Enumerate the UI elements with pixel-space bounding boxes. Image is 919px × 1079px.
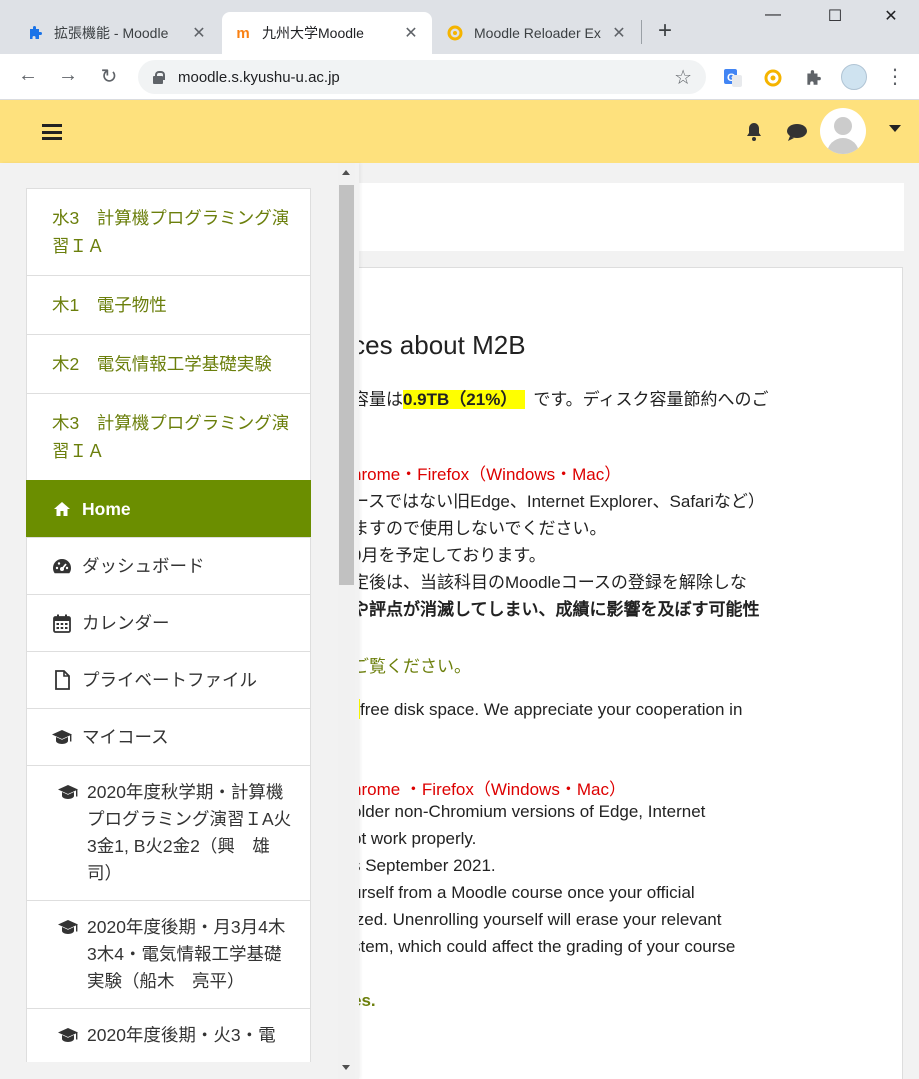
moodle-icon: m [236, 24, 250, 42]
reloader-icon [446, 24, 464, 42]
new-tab-icon[interactable]: + [658, 18, 672, 44]
nav-course-label: 木2 電気情報工学基礎実験 [52, 354, 272, 374]
nav-course-label: 水3 計算機プログラミング演習ＩＡ [52, 208, 290, 256]
maximize-icon[interactable]: ☐ [812, 6, 858, 26]
notice-browser-recommend-en: hrome ・Firefox（Windows・Mac） [352, 780, 626, 799]
tab-title: 九州大学Moodle [262, 25, 364, 41]
nav-dashboard-label: ダッシュボード [82, 556, 205, 576]
extensions-puzzle-icon[interactable] [801, 66, 825, 90]
forward-icon[interactable]: → [55, 64, 81, 87]
nav-dashboard[interactable]: ダッシュボード [26, 537, 311, 594]
nav-course-label: 木1 電子物性 [52, 295, 167, 315]
bookmark-star-icon[interactable]: ☆ [674, 65, 692, 90]
nav-course-item[interactable]: 木3 計算機プログラミング演習ＩＡ [26, 393, 311, 480]
notice-line-storage: 容量は0.9TB（21%） です。ディスク容量節約へのご [352, 390, 769, 409]
nav-course-item[interactable]: 木1 電子物性 [26, 275, 311, 334]
file-icon [51, 669, 73, 691]
notice-line: older non-Chromium versions of Edge, Int… [352, 802, 706, 821]
tab-moodle-reloader[interactable]: Moodle Reloader Ex ✕ [434, 12, 640, 54]
notice-line: ot work properly. [352, 829, 477, 848]
nav-my-course-item[interactable]: 2020年度後期・月3月4木3木4・電気情報工学基礎実験（船木 亮平） [26, 900, 311, 1008]
back-icon[interactable]: ← [15, 64, 41, 87]
nav-my-courses[interactable]: マイコース [26, 708, 311, 765]
browser-toolbar: ← → ↻ moodle.s.kyushu-u.ac.jp ☆ G ⋮ [0, 54, 919, 100]
notice-browser-recommend-jp: hrome・Firefox（Windows・Mac） [352, 465, 622, 484]
hamburger-menu-icon[interactable] [42, 124, 62, 140]
tab-extensions[interactable]: 拡張機能 - Moodle ✕ [14, 12, 220, 54]
scroll-up-icon[interactable] [342, 170, 350, 175]
lock-icon [152, 71, 165, 84]
graduation-cap-icon [57, 784, 79, 800]
calendar-icon [51, 612, 73, 634]
scrollbar-thumb[interactable] [339, 185, 354, 585]
nav-my-course-label: 2020年度後期・火3・電 [87, 1025, 276, 1045]
nav-my-courses-label: マイコース [82, 727, 169, 747]
nav-course-item[interactable]: 木2 電気情報工学基礎実験 [26, 334, 311, 393]
graduation-cap-icon [57, 919, 79, 935]
browser-tab-strip: 拡張機能 - Moodle ✕ m 九州大学Moodle ✕ Moodle Re… [0, 0, 919, 54]
drawer-scrollbar[interactable] [338, 163, 355, 1079]
nav-home[interactable]: Home [26, 480, 311, 537]
notice-line: 定後は、当該科目のMoodleコースの登録を解除しな [352, 573, 747, 592]
nav-my-course-label: 2020年度後期・月3月4木3木4・電気情報工学基礎実験（船木 亮平） [87, 917, 286, 991]
tab-close-icon[interactable]: ✕ [402, 23, 420, 43]
nav-course-label: 木3 計算機プログラミング演習ＩＡ [52, 413, 290, 461]
browser-menu-icon[interactable]: ⋮ [885, 64, 905, 89]
nav-my-course-item[interactable]: 2020年度秋学期・計算機プログラミング演習ＩA火3金1, B火2金2（興 雄司… [26, 765, 311, 900]
messages-icon[interactable] [786, 122, 808, 142]
dashboard-icon [51, 555, 73, 577]
profile-avatar[interactable] [841, 64, 867, 90]
moodle-navbar [0, 100, 919, 163]
reload-icon[interactable]: ↻ [96, 64, 122, 89]
notice-line: ースではない旧Edge、Internet Explorer、Safariなど） [352, 492, 765, 511]
storage-highlight: 0.9TB（21%） [403, 390, 526, 409]
tab-separator [641, 20, 642, 44]
nav-list: 水3 計算機プログラミング演習ＩＡ 木1 電子物性 木2 電気情報工学基礎実験 … [26, 188, 311, 1062]
tab-title: 拡張機能 - Moodle [54, 25, 169, 41]
nav-drawer: 水3 計算機プログラミング演習ＩＡ 木1 電子物性 木2 電気情報工学基礎実験 … [0, 163, 359, 1079]
user-menu-caret-icon[interactable] [889, 125, 901, 132]
url-text: moodle.s.kyushu-u.ac.jp [178, 68, 340, 86]
tab-close-icon[interactable]: ✕ [610, 23, 628, 43]
nav-calendar-label: カレンダー [82, 613, 170, 633]
notice-line: ますので使用しないでください。 [352, 519, 607, 538]
scroll-down-icon[interactable] [342, 1065, 350, 1070]
notice-line-en-storage: free disk space. We appreciate your coop… [352, 699, 742, 720]
tab-title: Moodle Reloader Ex [474, 25, 601, 41]
notice-line-warning: や評点が消滅してしまい、成績に影響を及ぼす可能性 [352, 600, 760, 619]
tab-kyushu-moodle[interactable]: m 九州大学Moodle ✕ [222, 12, 432, 54]
notice-line: 9月を予定しております。 [352, 546, 546, 565]
nav-private-files-label: プライベートファイル [82, 670, 257, 690]
reloader-extension-icon[interactable] [761, 66, 785, 90]
address-bar[interactable]: moodle.s.kyushu-u.ac.jp ☆ [138, 60, 706, 94]
nav-home-label: Home [82, 499, 131, 519]
nav-course-item[interactable]: 水3 計算機プログラミング演習ＩＡ [26, 188, 311, 275]
minimize-icon[interactable]: — [750, 6, 796, 24]
tab-close-icon[interactable]: ✕ [190, 23, 208, 43]
window-close-icon[interactable]: ✕ [868, 6, 914, 26]
notice-line: ized. Unenrolling yourself will erase yo… [352, 910, 722, 929]
user-avatar[interactable] [820, 108, 866, 154]
notification-bell-icon[interactable] [745, 122, 763, 142]
home-icon [51, 498, 73, 520]
nav-private-files[interactable]: プライベートファイル [26, 651, 311, 708]
nav-my-course-label: 2020年度秋学期・計算機プログラミング演習ＩA火3金1, B火2金2（興 雄司… [87, 782, 292, 883]
translate-extension-icon[interactable]: G [721, 66, 745, 90]
notice-line: s September 2021. [352, 856, 496, 875]
puzzle-icon [26, 24, 44, 42]
notice-link-jp[interactable]: ご覧ください。 [352, 652, 471, 677]
nav-my-course-item[interactable]: 2020年度後期・火3・電 [26, 1008, 311, 1062]
nav-calendar[interactable]: カレンダー [26, 594, 311, 651]
graduation-cap-icon [51, 726, 73, 748]
graduation-cap-icon [57, 1027, 79, 1043]
notice-line: urself from a Moodle course once your of… [352, 883, 695, 902]
notice-line: stem, which could affect the grading of … [352, 937, 736, 956]
